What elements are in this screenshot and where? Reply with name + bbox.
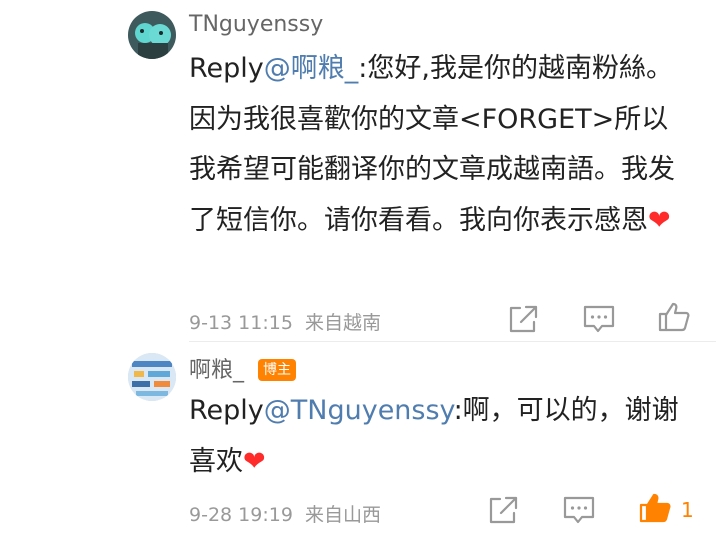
comment-meta: 9-13 11:15 来自越南 xyxy=(189,310,381,336)
mention-link[interactable]: @啊粮_ xyxy=(264,53,359,84)
reply-button[interactable] xyxy=(562,494,596,526)
mention-link[interactable]: @TNguyenssy xyxy=(264,395,454,426)
author-badge: 博主 xyxy=(258,359,296,381)
timestamp: 9-13 11:15 xyxy=(189,312,293,334)
comment-item: 啊粮_ 博主 Reply@TNguyenssy:啊，可以的，谢谢喜欢❤ 9-28… xyxy=(0,342,716,547)
share-icon xyxy=(489,496,518,524)
reply-prefix: Reply xyxy=(189,53,264,84)
comment-username[interactable]: 啊粮_ xyxy=(189,357,244,385)
comment-body: Reply@啊粮_:您好,我是你的越南粉絲。因为我很喜歡你的文章<FORGET>… xyxy=(189,44,684,246)
reply-prefix: Reply xyxy=(189,395,264,426)
like-icon xyxy=(658,302,690,332)
comment-icon xyxy=(563,496,595,524)
comment-icon xyxy=(583,305,615,333)
like-icon xyxy=(639,493,671,523)
comment-item: TNguyenssy Reply@啊粮_:您好,我是你的越南粉絲。因为我很喜歡你… xyxy=(0,0,716,340)
comment-body: Reply@TNguyenssy:啊，可以的，谢谢喜欢❤ xyxy=(189,386,684,487)
reply-button[interactable] xyxy=(582,303,616,335)
share-icon xyxy=(509,305,538,333)
heart-emoji: ❤ xyxy=(243,445,266,477)
like-button-active[interactable] xyxy=(638,492,672,524)
like-button[interactable] xyxy=(657,301,691,333)
avatar[interactable] xyxy=(128,353,176,401)
share-button[interactable] xyxy=(486,494,520,526)
share-button[interactable] xyxy=(506,303,540,335)
timestamp: 9-28 19:19 xyxy=(189,504,293,526)
location: 来自越南 xyxy=(304,312,381,334)
heart-emoji: ❤ xyxy=(648,204,671,236)
comment-meta: 9-28 19:19 来自山西 xyxy=(189,502,381,528)
location: 来自山西 xyxy=(304,504,381,526)
avatar[interactable] xyxy=(128,11,176,59)
like-count: 1 xyxy=(681,498,694,522)
comment-username[interactable]: TNguyenssy xyxy=(189,11,323,39)
